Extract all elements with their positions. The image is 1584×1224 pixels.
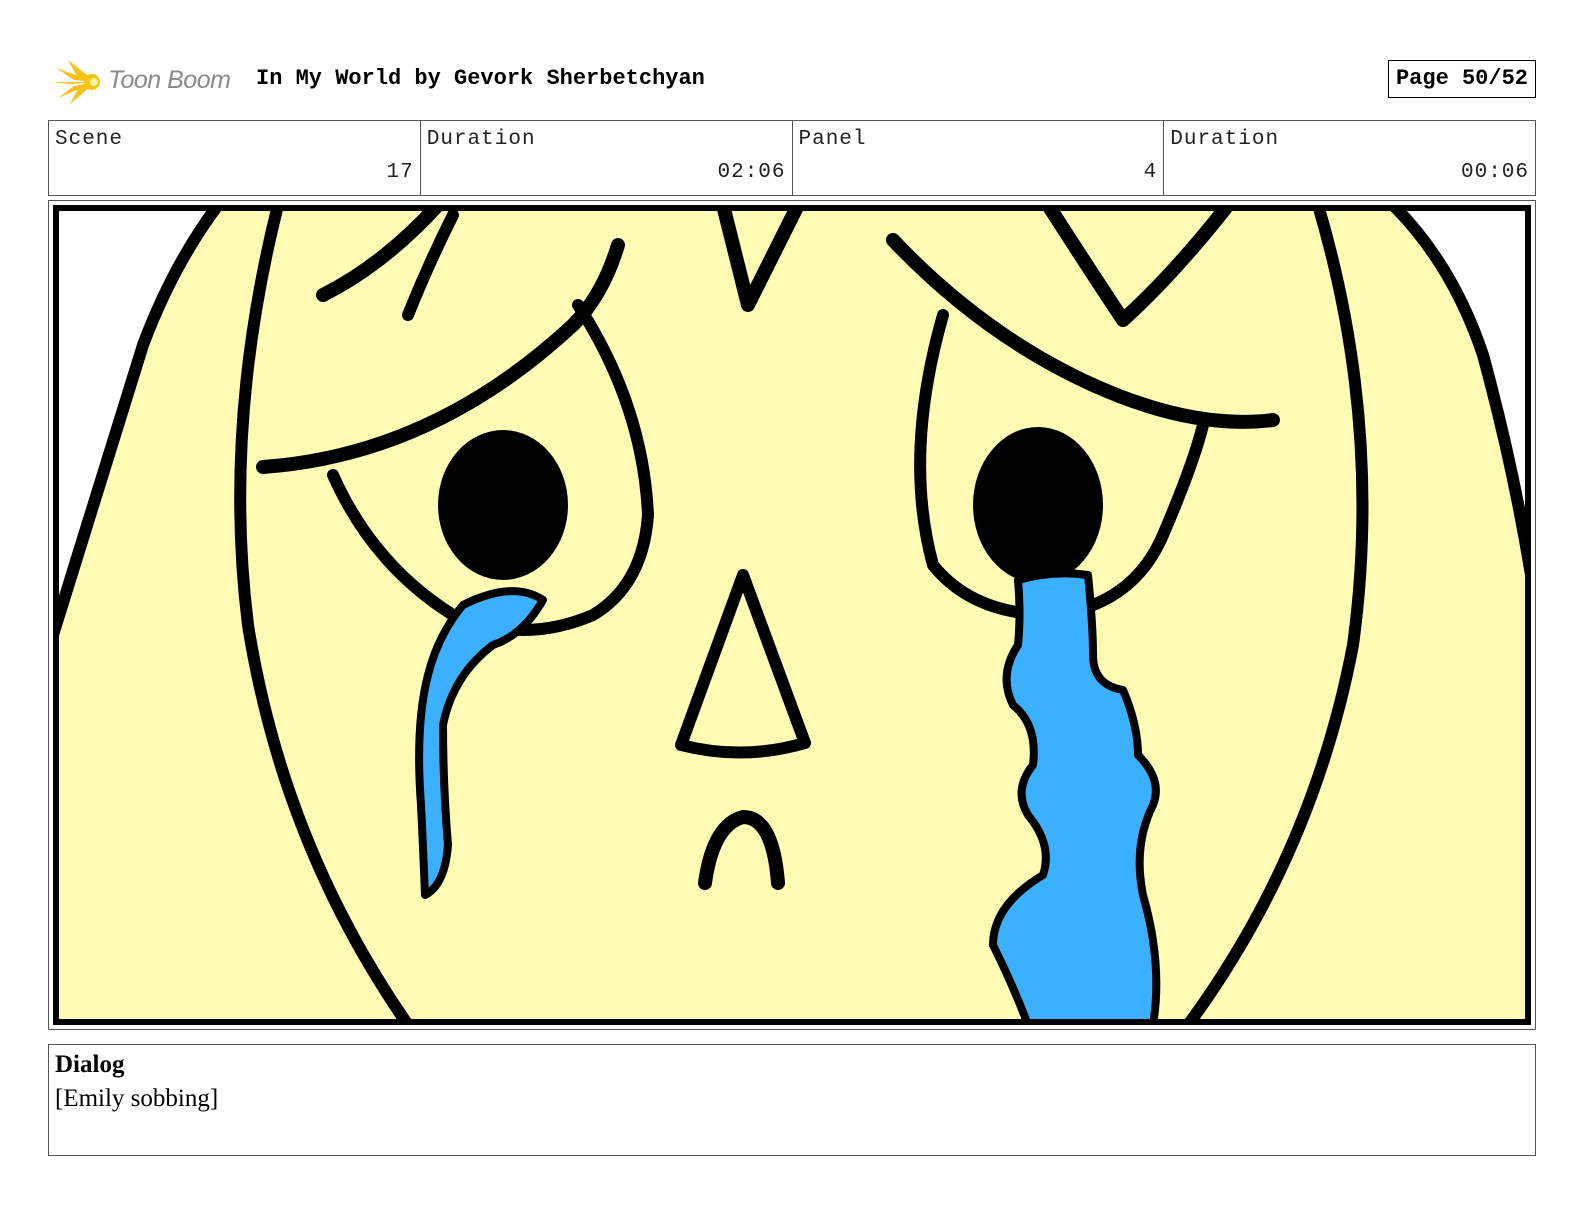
page-header: Toon Boom In My World by Gevork Sherbetc…: [48, 56, 1536, 104]
page-indicator: Page 50/52: [1387, 60, 1536, 98]
panel-duration-cell: Duration 00:06: [1164, 121, 1535, 195]
sunburst-icon: [52, 60, 100, 104]
scene-duration-label: Duration: [426, 128, 536, 151]
crying-face-drawing: [53, 205, 1531, 1025]
scene-duration-cell: Duration 02:06: [421, 121, 793, 195]
storyboard-panel: [48, 200, 1536, 1030]
document-title: In My World by Gevork Sherbetchyan: [256, 66, 705, 91]
panel-duration-value: 00:06: [1460, 161, 1529, 184]
panel-duration-label: Duration: [1170, 128, 1280, 151]
panel-cell: Panel 4: [793, 121, 1165, 195]
dialog-text: [Emily sobbing]: [55, 1085, 219, 1112]
panel-value: 4: [1143, 161, 1158, 184]
logo-text: Toon Boom: [108, 66, 231, 94]
scene-cell: Scene 17: [49, 121, 421, 195]
panel-label: Panel: [798, 128, 867, 151]
scene-duration-value: 02:06: [717, 161, 786, 184]
scene-info-table: Scene 17 Duration 02:06 Panel 4 Duration…: [48, 120, 1536, 196]
dialog-heading: Dialog: [55, 1051, 125, 1078]
toon-boom-logo: Toon Boom: [52, 58, 242, 106]
scene-label: Scene: [55, 128, 124, 151]
scene-value: 17: [386, 161, 414, 184]
dialog-box: Dialog [Emily sobbing]: [48, 1044, 1536, 1156]
